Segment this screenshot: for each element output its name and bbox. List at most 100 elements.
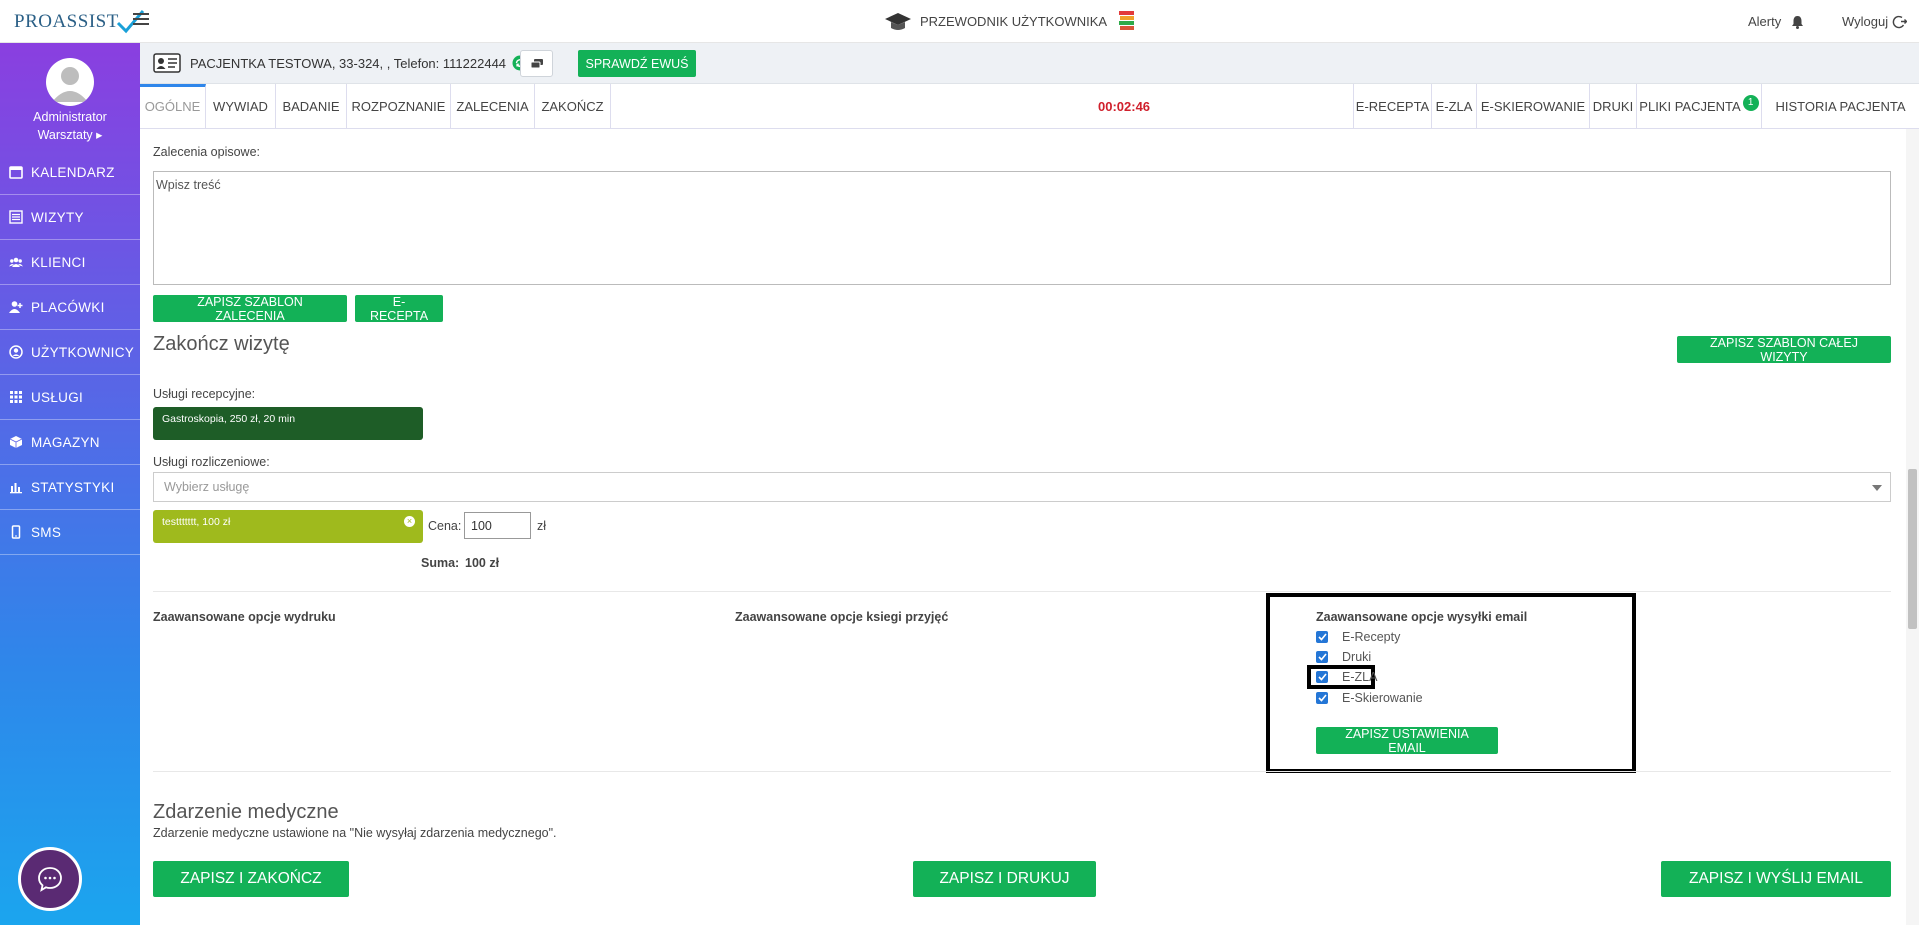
email-option-druki[interactable]: Druki (1316, 650, 1371, 664)
price-currency: zł (537, 519, 547, 533)
price-input[interactable] (464, 512, 531, 539)
tab-badanie[interactable]: BADANIE (276, 84, 347, 129)
bar-chart-icon (10, 483, 22, 494)
sidebar-item-uzytkownicy[interactable]: UŻYTKOWNICY (0, 330, 140, 375)
admission-book-options-title: Zaawansowane opcje ksiegi przyjęć (735, 610, 949, 624)
patient-info-text: PACJENTKA TESTOWA, 33-324, , Telefon: 11… (190, 55, 507, 71)
sidebar-item-magazyn[interactable]: MAGAZYN (0, 420, 140, 465)
sidebar-item-label: PLACÓWKI (31, 299, 105, 315)
billing-services-label: Usługi rozliczeniowe: (153, 455, 270, 469)
files-count-badge: 1 (1742, 95, 1759, 111)
sidebar-item-statystyki[interactable]: STATYSTYKI (0, 465, 140, 510)
service-select[interactable]: Wybierz usługę (153, 472, 1891, 502)
scrollbar-thumb[interactable] (1908, 469, 1917, 629)
tab-druki[interactable]: DRUKI (1589, 84, 1636, 129)
check-ewus-button[interactable]: SPRAWDŹ EWUŚ (578, 50, 696, 77)
logo[interactable]: PROASSIST (14, 6, 145, 38)
user-location: Warsztaty ▸ (37, 128, 103, 142)
sidebar-item-label: WIZYTY (31, 209, 84, 225)
sidebar-item-sms[interactable]: SMS (0, 510, 140, 555)
graduation-cap-icon (885, 13, 911, 30)
sidebar: Administrator Warsztaty ▸ KALENDARZ WIZY… (0, 43, 140, 925)
medical-event-description: Zdarzenie medyczne ustawione na "Nie wys… (153, 826, 557, 840)
user-plus-icon (9, 301, 23, 313)
tab-pliki-pacjenta[interactable]: PLIKI PACJENTA 1 (1636, 84, 1761, 129)
sidebar-item-label: KALENDARZ (31, 164, 115, 180)
alerts-link[interactable]: Alerty (1748, 14, 1804, 29)
avatar[interactable] (46, 58, 94, 106)
save-email-settings-button[interactable]: ZAPISZ USTAWIENIA EMAIL (1316, 727, 1498, 755)
sidebar-item-label: SMS (31, 524, 62, 540)
visit-timer: 00:02:46 (1098, 99, 1151, 114)
email-option-e-skierowanie[interactable]: E-Skierowanie (1316, 691, 1423, 705)
sidebar-item-wizyty[interactable]: WIZYTY (0, 195, 140, 240)
alerts-label: Alerty (1748, 14, 1782, 29)
chat-button[interactable] (18, 847, 82, 911)
sidebar-item-placowki[interactable]: PLACÓWKI (0, 285, 140, 330)
user-info[interactable]: Administrator Warsztaty ▸ (0, 108, 140, 144)
patient-info: PACJENTKA TESTOWA, 33-324, , Telefon: 11… (190, 55, 528, 71)
email-option-label: E-Recepty (1342, 630, 1401, 644)
bell-icon (1792, 15, 1804, 29)
user-guide-link[interactable]: PRZEWODNIK UŻYTKOWNIKA (884, 9, 1137, 33)
users-icon (9, 257, 23, 267)
email-option-e-recepty[interactable]: E-Recepty (1316, 630, 1400, 644)
tab-e-zla[interactable]: E-ZLA (1431, 84, 1476, 129)
checkbox-checked-icon[interactable] (1316, 671, 1328, 683)
save-visit-template-button[interactable]: ZAPISZ SZABLON CAŁEJ WIZYTY (1677, 336, 1891, 364)
comments-icon (530, 58, 543, 68)
tab-e-recepta[interactable]: E-RECEPTA (1353, 84, 1431, 129)
email-option-label: E-Skierowanie (1342, 691, 1423, 705)
user-circle-icon (9, 345, 23, 359)
email-option-e-zla[interactable]: E-ZLA (1316, 670, 1377, 684)
sidebar-item-label: STATYSTYKI (31, 479, 115, 495)
sidebar-item-klienci[interactable]: KLIENCI (0, 240, 140, 285)
erecepta-button[interactable]: E-RECEPTA (355, 295, 443, 323)
save-recommendation-template-button[interactable]: ZAPISZ SZABLON ZALECENIA (153, 295, 347, 323)
tab-zalecenia[interactable]: ZALECENIA (451, 84, 535, 129)
reception-services-label: Usługi recepcyjne: (153, 387, 256, 401)
logout-link[interactable]: Wyloguj (1842, 14, 1908, 29)
tab-historia-pacjenta[interactable]: HISTORIA PACJENTA (1761, 84, 1919, 129)
tab-e-skierowanie[interactable]: E-SKIEROWANIE (1476, 84, 1589, 129)
checkbox-checked-icon[interactable] (1316, 631, 1328, 643)
tab-ogolne[interactable]: OGÓLNE (140, 84, 206, 129)
print-options-title: Zaawansowane opcje wydruku (153, 610, 336, 624)
chat-bubble-icon (38, 867, 62, 892)
phone-icon (11, 525, 21, 539)
email-option-label: E-ZLA (1342, 670, 1378, 684)
medical-event-title: Zdarzenie medyczne (153, 801, 339, 823)
service-select-placeholder: Wybierz usługę (164, 480, 250, 494)
sidebar-item-uslugi[interactable]: USŁUGI (0, 375, 140, 420)
user-name: Administrator (33, 110, 107, 124)
checkbox-checked-icon[interactable] (1316, 651, 1328, 663)
tab-pliki-pacjenta-label: PLIKI PACJENTA (1639, 99, 1741, 114)
save-and-finish-button[interactable]: ZAPISZ I ZAKOŃCZ (153, 861, 349, 897)
chevron-down-icon (1872, 485, 1882, 491)
save-and-print-button[interactable]: ZAPISZ I DRUKUJ (913, 861, 1096, 897)
grid-icon (10, 391, 22, 403)
sum-value: 100 zł (465, 556, 500, 570)
remove-service-icon[interactable]: × (404, 516, 415, 527)
top-bar: PROASSIST PRZEWODNIK UŻYTKOWNIKA Alerty … (0, 0, 1919, 43)
visit-tabs: OGÓLNE WYWIAD BADANIE ROZPOZNANIE ZALECE… (140, 84, 1919, 129)
email-options-title: Zaawansowane opcje wysyłki email (1316, 610, 1528, 624)
checkbox-checked-icon[interactable] (1316, 692, 1328, 704)
tab-rozpoznanie[interactable]: ROZPOZNANIE (347, 84, 451, 129)
menu-toggle-icon[interactable] (133, 13, 149, 27)
sidebar-menu: KALENDARZ WIZYTY KLIENCI PLACÓWKI UŻYTKO… (0, 150, 140, 555)
sidebar-item-label: KLIENCI (31, 254, 86, 270)
calendar-icon (9, 166, 23, 179)
books-icon (1119, 11, 1135, 30)
recommendations-textarea[interactable] (153, 171, 1891, 285)
messages-button[interactable] (520, 50, 553, 77)
patient-bar: PACJENTKA TESTOWA, 33-324, , Telefon: 11… (140, 43, 1919, 84)
tab-wywiad[interactable]: WYWIAD (206, 84, 276, 129)
save-and-email-button[interactable]: ZAPISZ I WYŚLIJ EMAIL (1661, 861, 1891, 897)
sidebar-item-kalendarz[interactable]: KALENDARZ (0, 150, 140, 195)
sidebar-item-label: USŁUGI (31, 389, 84, 405)
email-option-label: Druki (1342, 650, 1372, 664)
finish-visit-title: Zakończ wizytę (153, 333, 290, 355)
scrollbar[interactable] (1906, 129, 1919, 925)
tab-zakoncz[interactable]: ZAKOŃCZ (535, 84, 611, 129)
